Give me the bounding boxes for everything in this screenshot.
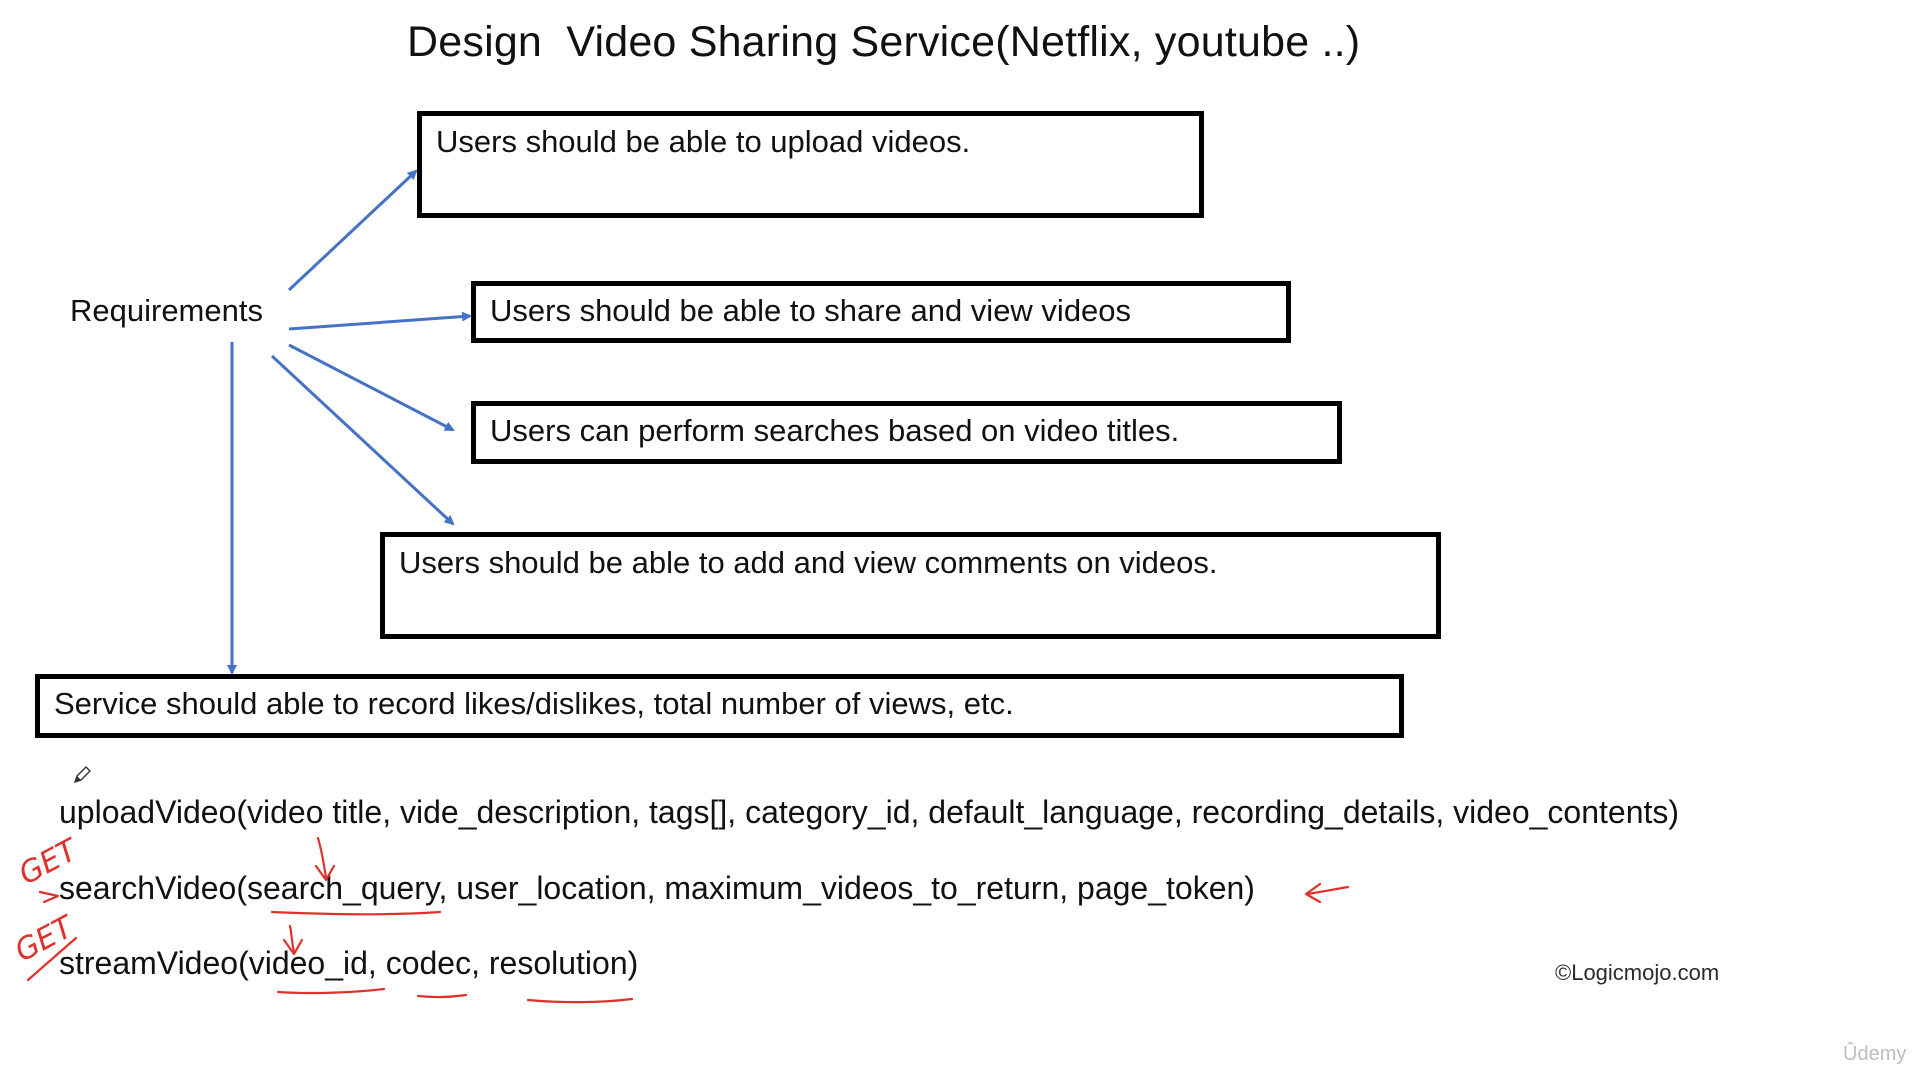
annotation-underline-resolution <box>526 997 634 1004</box>
api-upload-video: uploadVideo(video title, vide_descriptio… <box>59 794 1680 830</box>
arrow-to-upload <box>287 169 418 292</box>
annotation-left-arrow <box>1306 885 1350 896</box>
arrow-to-share <box>288 311 472 331</box>
requirements-label: Requirements <box>70 293 263 328</box>
requirement-box-share: Users should be able to share and view v… <box>471 281 1291 343</box>
annotation-underline-codec <box>416 993 468 999</box>
pencil-icon <box>73 766 91 784</box>
requirement-box-comments: Users should be able to add and view com… <box>380 532 1441 639</box>
annotation-underline-query <box>270 910 442 916</box>
slide-title: Design Video Sharing Service(Netflix, yo… <box>407 18 1361 66</box>
slide: Design Video Sharing Service(Netflix, yo… <box>0 0 1920 1080</box>
udemy-watermark: Ûdemy <box>1843 1043 1907 1065</box>
annotation-underline-video-id <box>276 987 386 995</box>
copyright-text: ©Logicmojo.com <box>1555 960 1720 985</box>
requirement-box-likes: Service should able to record likes/disl… <box>35 674 1404 738</box>
requirement-text: Users should be able to share and view v… <box>490 293 1132 328</box>
api-search-video: searchVideo(search_query, user_location,… <box>59 870 1255 906</box>
requirement-text: Users should be able to add and view com… <box>399 545 1218 580</box>
requirement-box-search: Users can perform searches based on vide… <box>471 401 1342 464</box>
api-stream-video: streamVideo(video_id, codec, resolution) <box>59 945 639 981</box>
annotation-arrow-search <box>38 890 60 904</box>
requirement-box-upload: Users should be able to upload videos. <box>417 111 1204 218</box>
requirement-text: Service should able to record likes/disl… <box>54 686 1014 721</box>
arrow-to-comments <box>270 354 455 526</box>
requirement-text: Users should be able to upload videos. <box>436 124 971 159</box>
arrow-to-search <box>288 343 455 432</box>
requirement-text: Users can perform searches based on vide… <box>490 413 1180 448</box>
